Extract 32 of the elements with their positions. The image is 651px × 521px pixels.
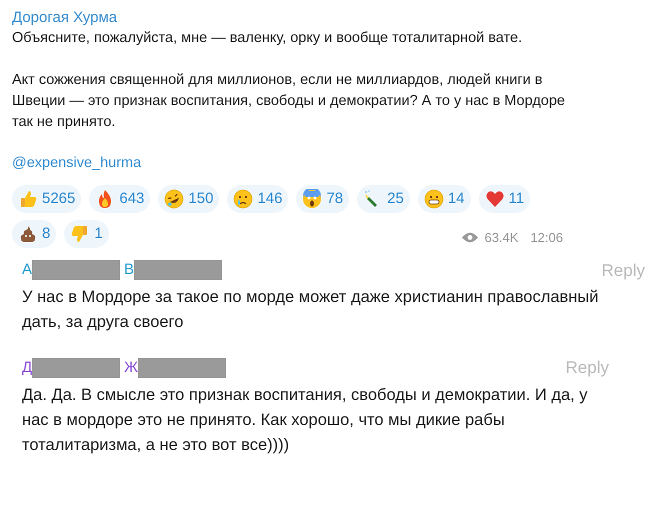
author-initial: В	[124, 260, 134, 280]
grinning-face-icon	[424, 189, 444, 209]
reaction-button[interactable]: 25	[357, 185, 410, 213]
view-count: 63.4K	[484, 229, 518, 247]
heart-icon	[484, 189, 505, 209]
post-text: Акт сожжения священной для миллионов, если не миллиардов, людей книги в Швеции — это признак воспитания, свободы и демократии? А то у нас в Мордоре так не принято.	[12, 71, 566, 132]
reaction-button[interactable]: 78	[296, 185, 350, 213]
reaction-button[interactable]: 643	[89, 185, 150, 213]
reaction-button[interactable]: 11	[478, 185, 530, 213]
post-time: 12:06	[530, 229, 563, 247]
author-initial: А	[22, 260, 32, 280]
reply-button[interactable]: Reply	[566, 355, 609, 380]
crying-face-icon	[233, 189, 254, 209]
reaction-button[interactable]: 150	[158, 185, 220, 213]
comment-text: Да. Да. В смысле это признак воспитания, свободы и демократии. И да, у нас в мордоре это не принято. Как хорошо, что мы дикие рабы тоталитаризма, а не это вот все))))	[22, 384, 589, 456]
poop-icon	[18, 224, 38, 244]
reaction-button[interactable]: 1	[64, 220, 109, 248]
reply-button[interactable]: Reply	[602, 258, 645, 283]
reaction-button[interactable]: 8	[12, 220, 56, 248]
channel-link[interactable]: @expensive_hurma	[12, 155, 142, 171]
reaction-button[interactable]: 146	[227, 185, 288, 213]
thumbs-up-icon	[18, 189, 38, 209]
post-text: Объясните, пожалуйста, мне — валенку, орку и вообще тоталитарной вате.	[12, 29, 524, 48]
author-initial: Д	[22, 358, 32, 378]
reaction-button[interactable]: 14	[418, 185, 471, 213]
channel-name[interactable]: Дорогая Хурма	[12, 8, 641, 28]
comment-text: У нас в Мордоре за такое по морде может даже христианин православный дать, за друга своего	[22, 287, 600, 333]
laughing-face-icon	[164, 189, 184, 209]
author-initial: Ж	[124, 358, 138, 378]
screaming-face-icon	[302, 189, 322, 209]
reaction-button[interactable]: 5265	[12, 185, 82, 213]
eye-icon	[462, 232, 478, 244]
